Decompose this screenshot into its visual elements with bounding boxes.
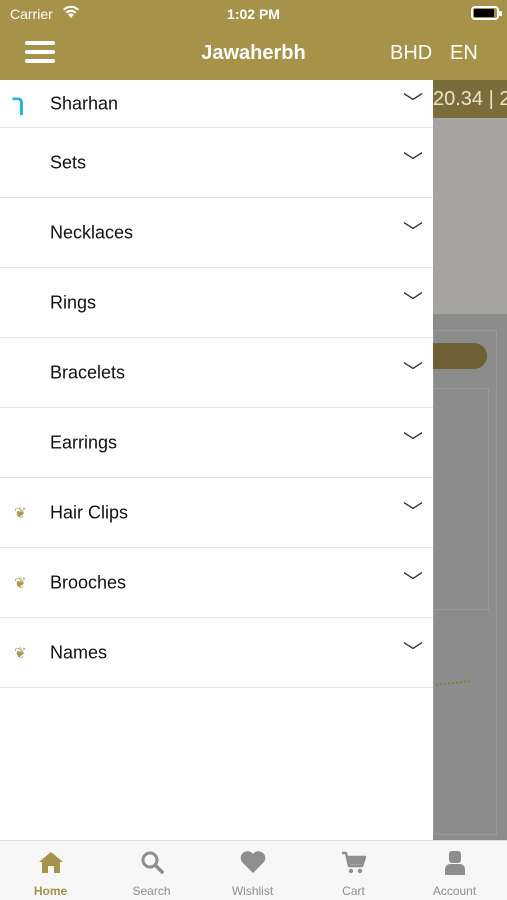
chevron-down-icon[interactable]: ﹀ bbox=[403, 565, 423, 594]
status-bar: Carrier 1:02 PM bbox=[0, 0, 507, 28]
menu-item-bracelets[interactable]: Bracelets ﹀ bbox=[0, 338, 433, 408]
chevron-down-icon[interactable]: ﹀ bbox=[403, 145, 423, 174]
account-icon bbox=[444, 851, 465, 875]
sharhan-logo-icon: ך bbox=[12, 90, 25, 116]
menu-item-sets[interactable]: Sets ﹀ bbox=[0, 128, 433, 198]
cart-icon bbox=[341, 851, 366, 874]
chevron-down-icon[interactable]: ﹀ bbox=[403, 495, 423, 524]
menu-item-necklaces[interactable]: Necklaces ﹀ bbox=[0, 198, 433, 268]
tab-search[interactable]: Search bbox=[101, 841, 202, 900]
chevron-down-icon[interactable]: ﹀ bbox=[403, 86, 423, 115]
menu-item-earrings[interactable]: Earrings ﹀ bbox=[0, 408, 433, 478]
chevron-down-icon[interactable]: ﹀ bbox=[403, 285, 423, 314]
banner-image bbox=[433, 118, 507, 314]
menu-item-rings[interactable]: Rings ﹀ bbox=[0, 268, 433, 338]
tab-label: Cart bbox=[342, 884, 365, 898]
tab-label: Account bbox=[432, 884, 477, 898]
home-icon bbox=[38, 852, 63, 873]
card-header-pill bbox=[433, 343, 487, 369]
heart-icon bbox=[240, 851, 265, 873]
menu-item-brooches[interactable]: ❦ Brooches ﹀ bbox=[0, 548, 433, 618]
side-drawer: ך Sharhan ﹀ Sets ﹀ Necklaces ﹀ Rings ﹀ B… bbox=[0, 80, 433, 840]
language-selector[interactable]: EN bbox=[450, 42, 478, 65]
menu-item-label: Sharhan bbox=[50, 93, 119, 113]
menu-item-names[interactable]: ❦ Names ﹀ bbox=[0, 618, 433, 688]
brand-logo-icon: ❦ bbox=[14, 504, 27, 522]
product-image-frame bbox=[433, 388, 489, 610]
currency-selector[interactable]: BHD bbox=[390, 42, 432, 65]
tab-label: Search bbox=[132, 884, 171, 898]
tab-account[interactable]: Account bbox=[404, 841, 505, 900]
menu-item-label: Necklaces bbox=[50, 222, 134, 242]
top-bar: Carrier 1:02 PM Jawaherbh BHD EN bbox=[0, 0, 507, 80]
tab-cart[interactable]: Cart bbox=[303, 841, 404, 900]
chevron-down-icon[interactable]: ﹀ bbox=[403, 355, 423, 384]
menu-item-label: Sets bbox=[50, 152, 87, 172]
battery-icon bbox=[471, 6, 502, 20]
search-icon bbox=[141, 851, 164, 874]
menu-item-label: Hair Clips bbox=[50, 502, 129, 522]
tab-home[interactable]: Home bbox=[0, 841, 101, 900]
menu-item-hair-clips[interactable]: ❦ Hair Clips ﹀ bbox=[0, 478, 433, 548]
menu-item-label: Brooches bbox=[50, 572, 127, 592]
chevron-down-icon[interactable]: ﹀ bbox=[403, 635, 423, 664]
menu-item-label: Rings bbox=[50, 292, 97, 312]
brand-logo-icon: ❦ bbox=[14, 574, 27, 592]
price-ticker: 20.34 | 2 bbox=[433, 80, 507, 118]
status-time: 1:02 PM bbox=[227, 6, 280, 22]
menu-item-sharhan[interactable]: ך Sharhan ﹀ bbox=[0, 80, 433, 128]
menu-item-label: Names bbox=[50, 642, 108, 662]
tab-wishlist[interactable]: Wishlist bbox=[202, 841, 303, 900]
tab-label: Wishlist bbox=[231, 884, 274, 898]
chevron-down-icon[interactable]: ﹀ bbox=[403, 215, 423, 244]
menu-item-label: Earrings bbox=[50, 432, 118, 452]
brand-logo-icon: ❦ bbox=[14, 644, 27, 662]
chevron-down-icon[interactable]: ﹀ bbox=[403, 425, 423, 454]
tab-label: Home bbox=[33, 884, 68, 898]
menu-item-label: Bracelets bbox=[50, 362, 126, 382]
tab-bar: Home Search Wishlist Cart Account bbox=[0, 840, 507, 900]
navigation-bar: Jawaherbh BHD EN bbox=[0, 28, 507, 80]
